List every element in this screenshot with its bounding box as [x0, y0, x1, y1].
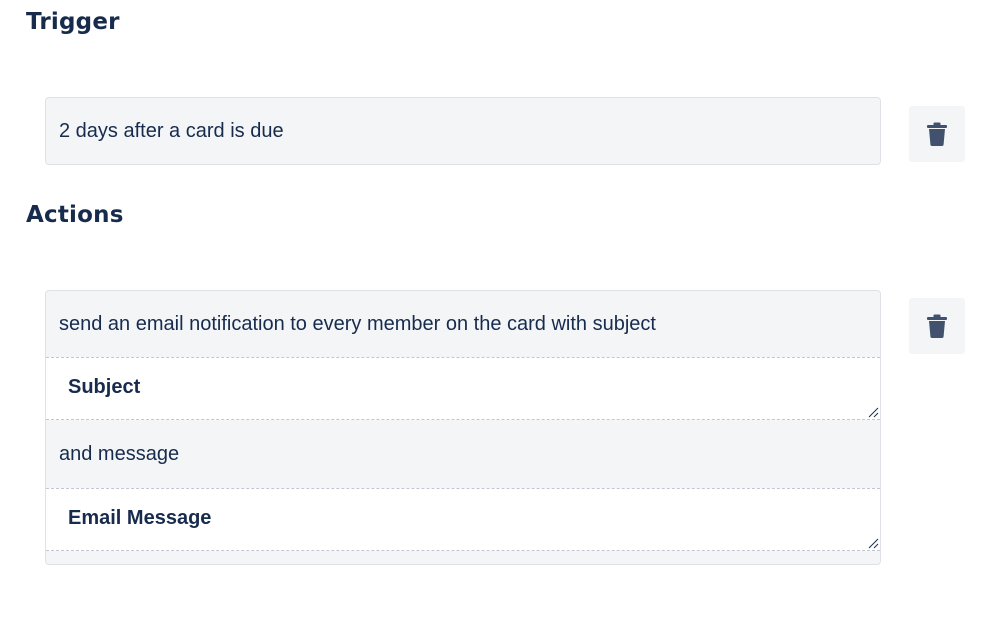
- subject-field-wrapper: [46, 357, 880, 420]
- action-text-row: send an email notification to every memb…: [46, 291, 880, 357]
- action-card: send an email notification to every memb…: [45, 290, 881, 565]
- trigger-text: 2 days after a card is due: [59, 119, 284, 142]
- message-field-wrapper: [46, 488, 880, 551]
- delete-action-button[interactable]: [909, 298, 965, 354]
- trash-icon: [927, 122, 947, 146]
- resize-handle-icon[interactable]: [867, 537, 879, 549]
- actions-heading: Actions: [26, 202, 124, 228]
- trash-icon: [927, 314, 947, 338]
- resize-handle-icon[interactable]: [867, 406, 879, 418]
- action-text-before-subject: send an email notification to every memb…: [59, 312, 656, 335]
- action-text-before-message: and message: [59, 442, 180, 465]
- butler-rule-editor: Trigger 2 days after a card is due Actio…: [0, 0, 999, 620]
- subject-textarea[interactable]: [46, 358, 880, 419]
- email-message-textarea[interactable]: [46, 489, 880, 550]
- trigger-card[interactable]: 2 days after a card is due: [45, 97, 881, 165]
- action-text-row: and message: [46, 420, 880, 488]
- delete-trigger-button[interactable]: [909, 106, 965, 162]
- trigger-heading: Trigger: [26, 9, 120, 35]
